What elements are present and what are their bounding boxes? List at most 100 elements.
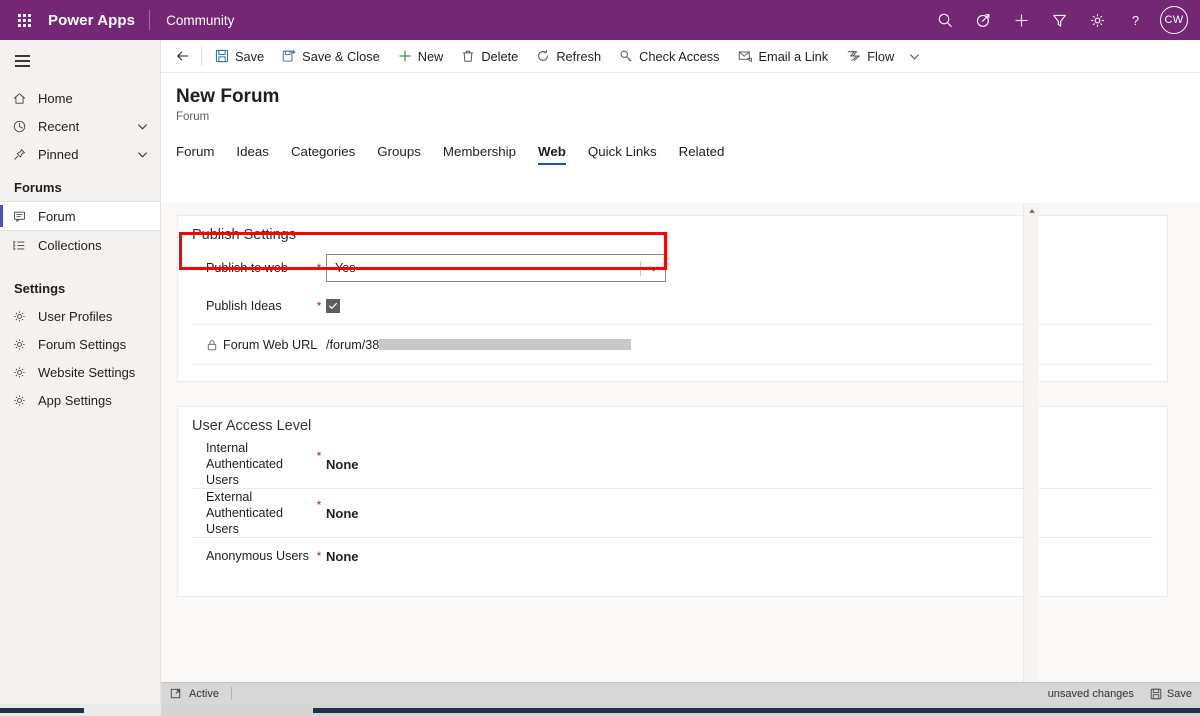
flow-button[interactable]: Flow: [837, 40, 903, 72]
search-icon[interactable]: [926, 0, 964, 40]
clock-icon: [12, 119, 38, 134]
required-indicator: *: [316, 549, 322, 563]
new-button[interactable]: New: [389, 40, 453, 72]
page-header: New Forum Forum: [161, 73, 1200, 123]
filter-icon[interactable]: [1040, 0, 1078, 40]
tab-forum[interactable]: Forum: [176, 144, 214, 165]
tab-web[interactable]: Web: [538, 144, 566, 165]
anonymous-users-row: Anonymous Users * None: [192, 538, 1153, 574]
refresh-button[interactable]: Refresh: [527, 40, 610, 72]
expand-icon[interactable]: [161, 688, 189, 699]
sidebar-item-home[interactable]: Home: [0, 84, 160, 112]
command-bar-overflow-chevron-down-icon[interactable]: [903, 40, 925, 72]
brand-title[interactable]: Power Apps: [48, 12, 149, 29]
tab-quick-links[interactable]: Quick Links: [588, 144, 657, 165]
save-icon: [1150, 688, 1162, 700]
command-bar: Save Save & Close New Delete Refresh Che…: [161, 40, 1200, 73]
scrollbar-thumb-left[interactable]: [0, 708, 84, 713]
plus-icon: [398, 49, 412, 63]
delete-button[interactable]: Delete: [452, 40, 527, 72]
sidebar-primary-nav: Home Recent Pinned Forums Forum Collecti…: [0, 82, 160, 414]
vertical-scrollbar[interactable]: [1023, 203, 1039, 693]
external-authenticated-users-row: External Authenticated Users * None: [192, 489, 1153, 538]
top-navigation-bar: Power Apps Community ? CW: [0, 0, 1200, 40]
tab-ideas[interactable]: Ideas: [236, 144, 269, 165]
app-launcher-button[interactable]: [0, 0, 48, 40]
back-button[interactable]: [167, 40, 199, 72]
home-icon: [12, 91, 38, 106]
trash-icon: [461, 49, 475, 63]
sidebar-group-settings-title: Settings: [14, 281, 66, 296]
button-label: Email a Link: [758, 48, 829, 64]
sidebar-item-collections[interactable]: Collections: [0, 231, 160, 259]
sidebar-item-label: Forum Settings: [38, 336, 127, 352]
sidebar-item-label: Home: [38, 90, 73, 106]
publish-to-web-select[interactable]: Yes: [326, 254, 666, 282]
status-footer: Active unsaved changes Save: [161, 682, 1200, 704]
forum-web-url-row: Forum Web URL /forum/38: [192, 325, 1153, 365]
email-a-link-button[interactable]: Email a Link: [729, 40, 838, 72]
topbar-actions: ? CW: [926, 0, 1200, 40]
publish-ideas-row: Publish Ideas *: [192, 287, 1153, 325]
gear-icon: [12, 393, 38, 408]
sidebar-item-pinned[interactable]: Pinned: [0, 140, 160, 168]
help-icon[interactable]: ?: [1116, 0, 1154, 40]
sidebar-item-user-profiles[interactable]: User Profiles: [0, 302, 160, 330]
app-name-label[interactable]: Community: [150, 13, 234, 28]
required-indicator: *: [316, 449, 322, 463]
sidebar: Home Recent Pinned Forums Forum Collecti…: [0, 40, 161, 716]
button-label: Delete: [481, 48, 519, 64]
publish-settings-section: Publish Settings Publish to web * Yes Pu…: [177, 215, 1168, 382]
email-icon: [738, 49, 753, 63]
sidebar-item-forum[interactable]: Forum: [0, 201, 160, 231]
save-button[interactable]: Save: [206, 40, 273, 72]
hamburger-menu-icon[interactable]: [0, 40, 44, 82]
footer-save-label: Save: [1166, 687, 1192, 700]
user-access-level-body: Internal Authenticated Users * None Exte…: [178, 440, 1167, 596]
forum-web-url-label-wrap: Forum Web URL: [192, 337, 326, 353]
sidebar-item-recent[interactable]: Recent: [0, 112, 160, 140]
tab-related[interactable]: Related: [679, 144, 725, 165]
flow-icon: [846, 49, 861, 63]
publish-to-web-row: Publish to web * Yes: [192, 249, 1153, 287]
sidebar-item-label: Forum: [38, 208, 76, 224]
footer-save-button[interactable]: Save: [1150, 688, 1192, 700]
tab-membership[interactable]: Membership: [443, 144, 516, 165]
check-access-button[interactable]: Check Access: [610, 40, 728, 72]
sidebar-item-app-settings[interactable]: App Settings: [0, 386, 160, 414]
tab-categories[interactable]: Categories: [291, 144, 355, 165]
user-access-level-title: User Access Level: [192, 418, 312, 434]
chevron-down-icon[interactable]: [137, 121, 148, 132]
publish-ideas-label: Publish Ideas: [206, 298, 282, 313]
lock-icon: [206, 339, 218, 351]
tab-groups[interactable]: Groups: [377, 144, 421, 165]
gear-icon[interactable]: [1078, 0, 1116, 40]
pin-icon: [12, 147, 38, 162]
scrollbar-thumb-main[interactable]: [313, 708, 1200, 713]
publish-settings-body: Publish to web * Yes Publish Ideas * For…: [178, 249, 1167, 381]
footer-right: unsaved changes Save: [1048, 688, 1200, 700]
avatar[interactable]: CW: [1160, 6, 1188, 34]
sidebar-item-forum-settings[interactable]: Forum Settings: [0, 330, 160, 358]
internal-authenticated-users-row: Internal Authenticated Users * None: [192, 440, 1153, 489]
chevron-down-icon[interactable]: [641, 263, 665, 274]
page-subtitle: Forum: [176, 111, 210, 123]
internal-authenticated-users-label: Internal Authenticated Users: [206, 441, 284, 487]
chevron-down-icon[interactable]: [137, 149, 148, 160]
main-content: Save Save & Close New Delete Refresh Che…: [161, 40, 1200, 716]
footer-divider: [230, 687, 232, 700]
forum-web-url-visible-text: /forum/38: [326, 337, 380, 352]
button-label: Check Access: [639, 48, 720, 64]
sidebar-item-label: Website Settings: [38, 364, 136, 380]
plus-icon[interactable]: [1002, 0, 1040, 40]
form-content-area: Publish Settings Publish to web * Yes Pu…: [161, 203, 1200, 693]
sidebar-item-website-settings[interactable]: Website Settings: [0, 358, 160, 386]
window-horizontal-scrollbar[interactable]: [0, 704, 1200, 716]
publish-ideas-checkbox[interactable]: [326, 298, 340, 313]
scroll-up-arrow-icon[interactable]: [1024, 203, 1040, 219]
save-icon: [215, 49, 229, 63]
gear-icon: [12, 337, 38, 352]
save-close-icon: [282, 49, 296, 63]
assistant-icon[interactable]: [964, 0, 1002, 40]
save-and-close-button[interactable]: Save & Close: [273, 40, 389, 72]
